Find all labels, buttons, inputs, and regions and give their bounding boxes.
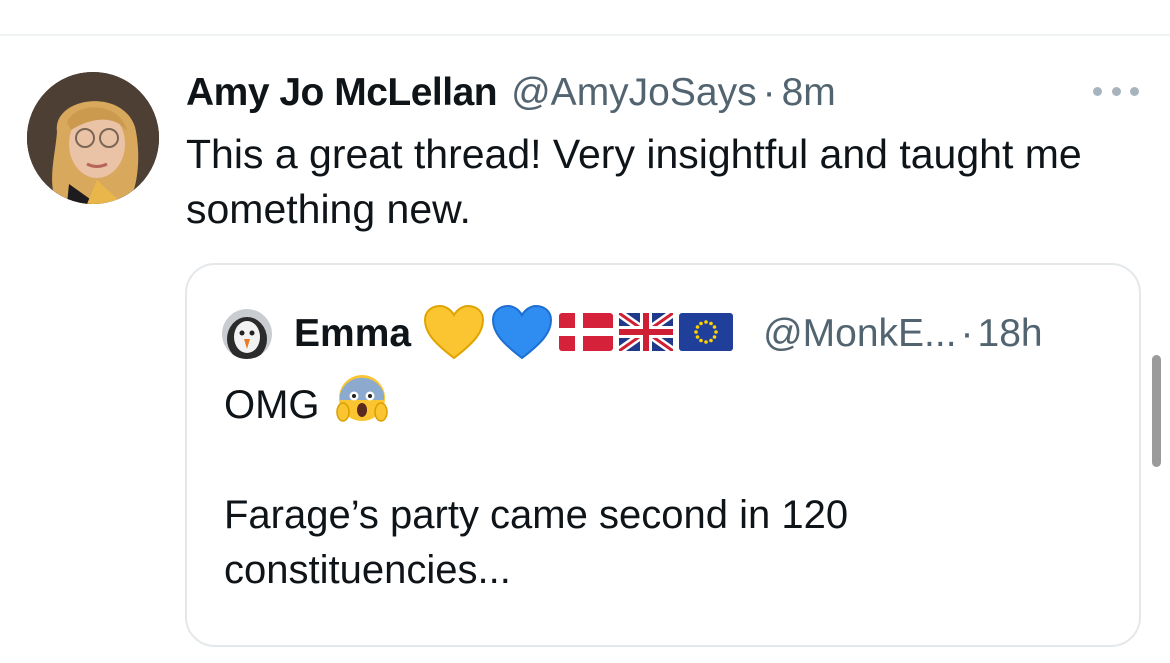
quoted-text-body: Farage’s party came second in 120 consti… [224,493,849,592]
quoted-tweet[interactable]: Emma @MonkE... · 18h OMG Farage’s party … [185,263,1141,647]
quoted-tweet-time[interactable]: 18h [978,312,1043,356]
top-divider [0,34,1170,36]
quoted-tweet-text: OMG Farage’s party came second in 120 co… [224,375,1104,598]
eu-flag-icon [679,312,734,356]
tweet-text: This a great thread! Very insightful and… [186,131,1082,232]
scrollbar-thumb[interactable] [1152,355,1161,467]
separator-dot: · [762,71,776,114]
quoted-author-name[interactable]: Emma [294,312,411,356]
quoted-tweet-header: Emma @MonkE... · 18h [222,304,1043,365]
quoted-author-avatar[interactable] [222,309,272,359]
screaming-face-icon [335,372,388,439]
tweet-header: Amy Jo McLellan @AmyJoSays · 8m [186,67,836,119]
quoted-line-1: OMG [224,375,1104,433]
denmark-flag-icon [559,312,614,356]
author-name[interactable]: Amy Jo McLellan [186,71,498,115]
author-avatar[interactable] [27,72,159,204]
uk-flag-icon [616,309,676,356]
quoted-separator-dot: · [960,312,974,355]
author-handle[interactable]: @AmyJoSays [511,71,756,115]
quoted-text-omg: OMG [224,383,320,427]
yellow-heart-icon [423,304,485,365]
more-options-icon[interactable] [1093,82,1139,100]
blue-heart-icon [491,304,553,365]
quoted-author-handle[interactable]: @MonkE... [763,312,956,356]
tweet-time[interactable]: 8m [782,71,836,115]
